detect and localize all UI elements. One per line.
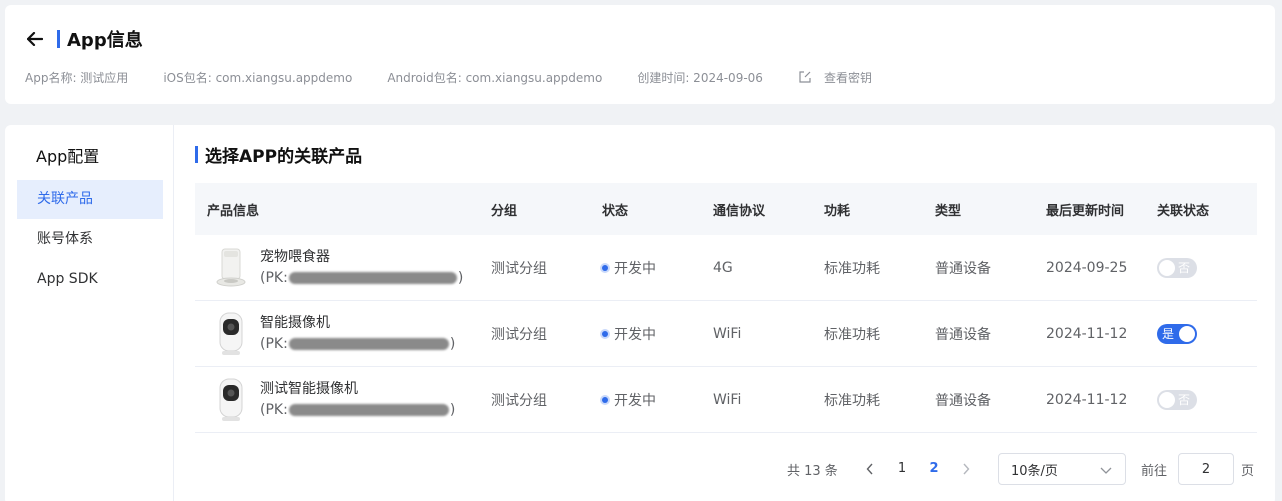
updated-cell: 2024-11-12 [1046, 325, 1128, 342]
table-row: 测试智能摄像机 (PK: ) 测试分组 开发中 WiFi 标准功耗 普通设备 2… [195, 367, 1257, 433]
view-key-link[interactable]: 查看密钥 [798, 69, 872, 86]
app-info-card: App信息 App名称: 测试应用 iOS包名: com.xiangsu.app… [5, 5, 1275, 104]
product-info-cell: 宠物喂食器 (PK: ) [195, 245, 479, 291]
page-label: 页 [1241, 464, 1255, 479]
status-dot [602, 330, 608, 337]
table-row: 智能摄像机 (PK: ) 测试分组 开发中 WiFi 标准功耗 普通设备 202… [195, 301, 1257, 367]
chevron-down-icon [1099, 463, 1113, 477]
updated-cell: 2024-11-12 [1046, 391, 1128, 408]
goto-label: 前往 [1141, 464, 1168, 479]
page-number[interactable]: 1 [892, 458, 912, 480]
link-toggle[interactable]: 是 [1157, 323, 1197, 344]
protocol-cell: 4G [713, 259, 733, 276]
section-title: 选择APP的关联产品 [195, 144, 363, 167]
sidebar-item-account-system[interactable]: 账号体系 [17, 220, 163, 259]
type-cell: 普通设备 [935, 392, 991, 409]
power-cell: 标准功耗 [824, 260, 880, 277]
page-size-value: 10条/页 [1011, 463, 1058, 479]
config-card: App配置 关联产品 账号体系 App SDK 选择APP的关联产品 产品信息 … [5, 125, 1275, 501]
product-key: (PK: ) [260, 335, 456, 352]
column-header: 产品信息 [207, 203, 260, 219]
product-key: (PK: ) [260, 401, 456, 418]
sidebar-title: App配置 [36, 147, 100, 166]
edit-icon [798, 70, 812, 84]
product-info-cell: 智能摄像机 (PK: ) [195, 311, 479, 357]
ios-package: iOS包名: com.xiangsu.appdemo [163, 70, 353, 85]
link-toggle[interactable]: 否 [1157, 389, 1197, 410]
power-cell: 标准功耗 [824, 326, 880, 343]
sidebar: App配置 关联产品 账号体系 App SDK [5, 125, 174, 501]
group-cell: 测试分组 [491, 326, 547, 343]
app-name: App名称: 测试应用 [25, 70, 129, 85]
created-time: 创建时间: 2024-09-06 [637, 70, 763, 85]
link-toggle[interactable]: 否 [1157, 257, 1197, 278]
pagination: 共 13 条 1 2 10条/页 前往 页 [195, 453, 1257, 485]
table-header: 产品信息 分组 状态 通信协议 功耗 类型 最后更新时间 关联状态 [195, 183, 1257, 235]
table-row: 宠物喂食器 (PK: ) 测试分组 开发中 4G 标准功耗 普通设备 2024-… [195, 235, 1257, 301]
product-name: 智能摄像机 [260, 314, 330, 331]
chevron-right-icon[interactable] [957, 459, 975, 479]
page-size-select[interactable]: 10条/页 [998, 453, 1126, 485]
link-status-cell: 否 [1145, 257, 1257, 278]
column-header: 状态 [602, 203, 629, 219]
column-header: 通信协议 [713, 203, 766, 219]
type-cell: 普通设备 [935, 260, 991, 277]
status-cell: 开发中 [590, 390, 701, 410]
camera-image [213, 377, 249, 423]
column-header: 分组 [491, 203, 518, 219]
page-title: App信息 [67, 30, 143, 51]
status-cell: 开发中 [590, 258, 701, 278]
product-name: 宠物喂食器 [260, 248, 330, 265]
goto-page-input[interactable] [1178, 453, 1234, 485]
sidebar-item-linked-products[interactable]: 关联产品 [17, 180, 163, 219]
product-info-cell: 测试智能摄像机 (PK: ) [195, 377, 479, 423]
chevron-left-icon[interactable] [861, 459, 879, 479]
column-header: 类型 [935, 203, 962, 219]
status-dot [602, 396, 608, 403]
title-row: App信息 [25, 27, 143, 51]
group-cell: 测试分组 [491, 392, 547, 409]
product-key: (PK: ) [260, 269, 464, 286]
protocol-cell: WiFi [713, 391, 742, 408]
title-accent-bar [57, 30, 60, 48]
camera-image [213, 311, 249, 357]
status-dot [602, 264, 608, 271]
page-number-current[interactable]: 2 [924, 458, 944, 480]
updated-cell: 2024-09-25 [1046, 259, 1128, 276]
group-cell: 测试分组 [491, 260, 547, 277]
view-key-label: 查看密钥 [823, 70, 872, 85]
android-package: Android包名: com.xiangsu.appdemo [387, 70, 603, 85]
type-cell: 普通设备 [935, 326, 991, 343]
products-table: 产品信息 分组 状态 通信协议 功耗 类型 最后更新时间 关联状态 宠物喂食器 … [195, 183, 1257, 433]
power-cell: 标准功耗 [824, 392, 880, 409]
link-status-cell: 是 [1145, 323, 1257, 344]
status-cell: 开发中 [590, 324, 701, 344]
link-status-cell: 否 [1145, 389, 1257, 410]
column-header: 功耗 [824, 203, 851, 219]
arrow-left-icon[interactable] [25, 29, 45, 49]
column-header: 最后更新时间 [1046, 203, 1125, 219]
section-accent-bar [195, 145, 198, 163]
pagination-total: 共 13 条 [787, 464, 838, 479]
sidebar-item-app-sdk[interactable]: App SDK [17, 260, 163, 299]
pet-feeder-image [213, 245, 249, 291]
column-header: 关联状态 [1157, 203, 1210, 219]
product-name: 测试智能摄像机 [260, 380, 358, 397]
app-meta-row: App名称: 测试应用 iOS包名: com.xiangsu.appdemo A… [25, 66, 872, 88]
protocol-cell: WiFi [713, 325, 742, 342]
section-title-text: 选择APP的关联产品 [205, 146, 363, 167]
